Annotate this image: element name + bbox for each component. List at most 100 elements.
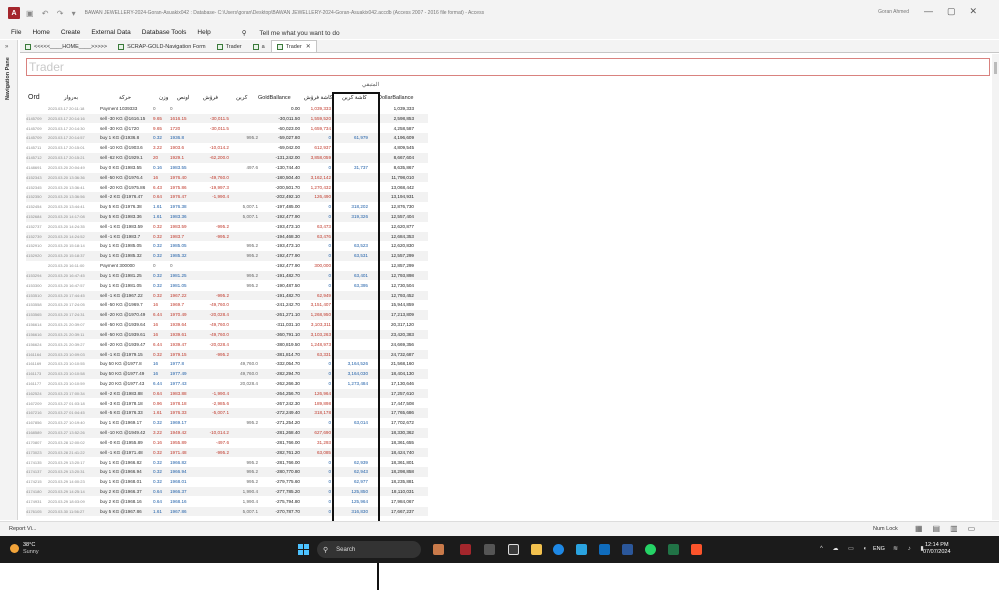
- menu-external-data[interactable]: External Data: [91, 29, 130, 36]
- cell-weight: 1.61: [153, 204, 162, 210]
- cell-ounce: 1966.37: [170, 488, 187, 494]
- cell-ord: 4152454: [26, 204, 42, 210]
- cell-gold-balance: -60,023.00: [278, 125, 300, 131]
- cell-date: 2023.03.21 20:39:27: [48, 341, 85, 347]
- menu-create[interactable]: Create: [61, 29, 81, 36]
- cell-sell: -995.2: [215, 233, 229, 239]
- cell-operation: buy 1 KG @1981.05: [100, 282, 142, 288]
- windows-start-icon[interactable]: [298, 544, 309, 555]
- cell-operation: buy 5 KG @1983.36: [100, 214, 142, 220]
- tab-home-form[interactable]: <<<<<____HOME____>>>>>: [20, 41, 112, 52]
- cell-date: 2023.03.20 17:24:31: [48, 312, 85, 318]
- cell-sell: -497.6: [215, 439, 229, 445]
- cell-weight: 6.43: [153, 184, 162, 190]
- language-indicator[interactable]: ENG: [873, 546, 885, 552]
- outlook-icon[interactable]: [599, 544, 610, 555]
- system-tray-icons[interactable]: ^ ☁ ▭ ◐: [820, 545, 871, 552]
- cell-ord: 4161173: [26, 371, 42, 377]
- close-icon[interactable]: ✕: [306, 43, 311, 50]
- cell-date: 2023.03.23 10:10:55: [48, 361, 85, 367]
- tell-me-label: Tell me what you want to do: [259, 29, 340, 37]
- cell-weight: 16: [153, 331, 159, 337]
- view-switcher[interactable]: ▦▤▥▭: [915, 524, 985, 533]
- excel-icon[interactable]: [668, 544, 679, 555]
- user-name[interactable]: Goran Ahmed: [878, 9, 909, 15]
- clock[interactable]: 12:14 PM 07/07/2024: [923, 542, 951, 556]
- cell-gold-balance: -271,254.20: [275, 420, 300, 426]
- cell-operation: sell -62 KG @1929.1: [100, 155, 143, 161]
- whatsapp-icon[interactable]: [645, 544, 656, 555]
- cell-gold-balance: -270,787.70: [275, 508, 300, 514]
- tell-me-search[interactable]: ⚲ Tell me what you want to do: [231, 29, 340, 37]
- access-taskbar-icon[interactable]: [460, 544, 471, 555]
- menu-help[interactable]: Help: [197, 29, 210, 36]
- file-explorer-icon[interactable]: [531, 544, 542, 555]
- col-operation: حركة: [119, 95, 132, 101]
- cell-sell: -19,997.3: [209, 184, 229, 190]
- cell-buy: 5,007.1: [242, 508, 258, 514]
- menu-database-tools[interactable]: Database Tools: [142, 29, 187, 36]
- cell-ord: 4168589: [26, 430, 42, 436]
- scrollbar-thumb[interactable]: [994, 62, 997, 74]
- cell-ord: 4145711: [26, 145, 42, 151]
- vertical-scrollbar[interactable]: [992, 54, 999, 520]
- cell-weight: 6.44: [153, 380, 162, 386]
- cell-operation: buy 2 KG @1966.37: [100, 488, 142, 494]
- cell-sell-cash: 0: [328, 488, 331, 494]
- photo-app-icon[interactable]: [433, 544, 444, 555]
- cell-operation: sell -50 KG @1976.4: [100, 174, 143, 180]
- status-bar: Report Vi... Num Lock ▦▤▥▭: [0, 521, 999, 536]
- menu-file[interactable]: File: [11, 29, 21, 36]
- cell-sell-cash: 31,293: [316, 439, 331, 445]
- cell-sell-cash: 126,490: [314, 194, 331, 200]
- cell-sell-cash: 1,559,520: [310, 115, 331, 121]
- cell-gold-balance: -193,473.10: [275, 223, 300, 229]
- cell-date: 2023.03.17 20:11:18: [48, 106, 85, 111]
- tab-trader-1[interactable]: Trader: [212, 41, 247, 52]
- cell-gold-balance: -197,485.00: [275, 204, 300, 210]
- cell-sell: -49,760.0: [209, 302, 229, 308]
- cell-sell-cash: 0: [328, 459, 331, 465]
- cell-ounce: 1981.25: [170, 272, 187, 278]
- cell-sell-cash: 3,151,407: [310, 302, 331, 308]
- cell-sell-cash: 0: [328, 498, 331, 504]
- cell-buy: 49,760.0: [240, 371, 258, 377]
- window-controls[interactable]: —▢✕: [924, 6, 991, 17]
- word-icon[interactable]: [622, 544, 633, 555]
- sun-icon: [10, 544, 19, 553]
- cell-ord: 4174931: [26, 498, 42, 504]
- tab-trader-active[interactable]: Trader ✕: [270, 40, 317, 52]
- cell-weight: 1.61: [153, 214, 162, 220]
- taskbar-search[interactable]: ⚲ Search: [317, 541, 421, 558]
- cell-weight: 0.32: [153, 243, 162, 249]
- col-gold-balance: GoldBallance: [258, 95, 291, 101]
- menu-home[interactable]: Home: [32, 29, 49, 36]
- cell-ord: 4161177: [26, 380, 42, 386]
- cell-gold-balance: -282,761.20: [275, 449, 300, 455]
- cell-ord: 4153510: [26, 292, 42, 298]
- cell-ounce: 1967.86: [170, 508, 187, 514]
- tab-a[interactable]: a: [248, 41, 270, 52]
- cell-ord: 4152737: [26, 223, 42, 229]
- app-taskbar-icon[interactable]: [484, 544, 495, 555]
- cell-weight: 0.32: [153, 469, 162, 475]
- tab-label: Trader: [285, 43, 302, 50]
- navigation-pane[interactable]: » Navigation Pane: [0, 40, 18, 520]
- tab-scrap-gold-navigation[interactable]: SCRAP-GOLD-Navigation Form: [113, 41, 211, 52]
- cell-ord: 4145709: [26, 135, 42, 141]
- brave-icon[interactable]: [691, 544, 702, 555]
- cell-operation: sell -5 KG @1976.33: [100, 410, 143, 416]
- cell-ounce: 1970.49: [170, 312, 187, 318]
- browser-icon[interactable]: [553, 544, 564, 555]
- telegram-icon[interactable]: [576, 544, 587, 555]
- cell-weight: 9.65: [153, 125, 162, 131]
- cell-gold-balance: -360,791.10: [275, 331, 300, 337]
- cell-date: 2023.03.20 17:24:05: [48, 302, 85, 308]
- warning-app-icon[interactable]: [508, 544, 519, 555]
- weather-widget[interactable]: 38°C Sunny: [10, 542, 39, 555]
- quick-access-toolbar[interactable]: ▣ ↶ ↷ ▾: [26, 9, 79, 18]
- window-title: BAWAN JEWELLERY-2024-Goran-Asuakix042 : …: [84, 10, 485, 16]
- cell-buy: 1,990.4: [242, 498, 258, 504]
- cell-ord: 4153558: [26, 302, 42, 308]
- cell-sell: -995.2: [215, 292, 229, 298]
